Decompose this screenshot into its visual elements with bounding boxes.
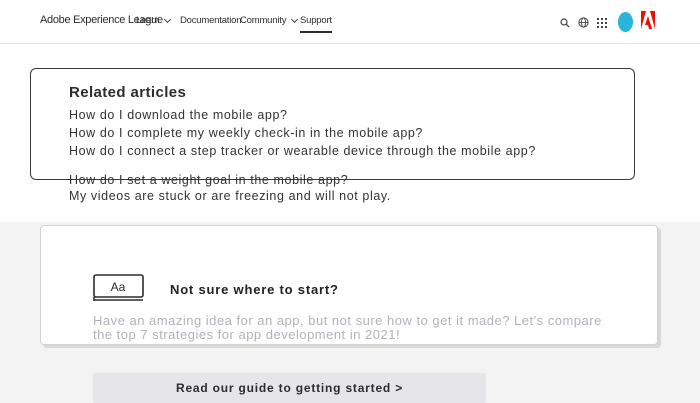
nav-item-documentation[interactable]: Documentation	[180, 15, 242, 26]
active-tab-indicator	[300, 31, 332, 33]
top-nav: Adobe Experience League Learn Documentat…	[0, 0, 700, 44]
article-link[interactable]: My videos are stuck or are freezing and …	[69, 189, 609, 203]
apps-grid-icon[interactable]	[597, 15, 607, 33]
nav-item-label: Community	[240, 15, 287, 26]
avatar[interactable]	[618, 12, 633, 32]
nav-item-support[interactable]: Support	[300, 15, 332, 33]
article-link[interactable]: How do I complete my weekly check-in in …	[69, 126, 609, 140]
nav-item-learn[interactable]: Learn	[136, 15, 172, 26]
nav-item-label: Documentation	[180, 15, 242, 26]
search-icon[interactable]	[560, 15, 570, 33]
adobe-logo-icon[interactable]	[641, 11, 655, 34]
chevron-down-icon	[164, 15, 172, 23]
nav-item-label: Support	[300, 15, 332, 26]
nav-item-community[interactable]: Community	[240, 15, 299, 26]
related-articles-title: Related articles	[69, 84, 187, 101]
guide-body: Have an amazing idea for an app, but not…	[93, 313, 602, 342]
read-guide-button[interactable]: Read our guide to getting started >	[93, 373, 486, 403]
chevron-down-icon	[291, 15, 299, 23]
article-link[interactable]: How do I set a weight goal in the mobile…	[69, 173, 609, 187]
book-icon-label: Aa	[111, 280, 126, 294]
article-link[interactable]: How do I connect a step tracker or weara…	[69, 144, 604, 158]
nav-item-label: Learn	[136, 15, 160, 26]
article-link[interactable]: How do I download the mobile app?	[69, 108, 609, 122]
globe-icon[interactable]	[578, 15, 589, 33]
book-icon: Aa	[93, 274, 144, 302]
guide-title: Not sure where to start?	[170, 282, 339, 297]
